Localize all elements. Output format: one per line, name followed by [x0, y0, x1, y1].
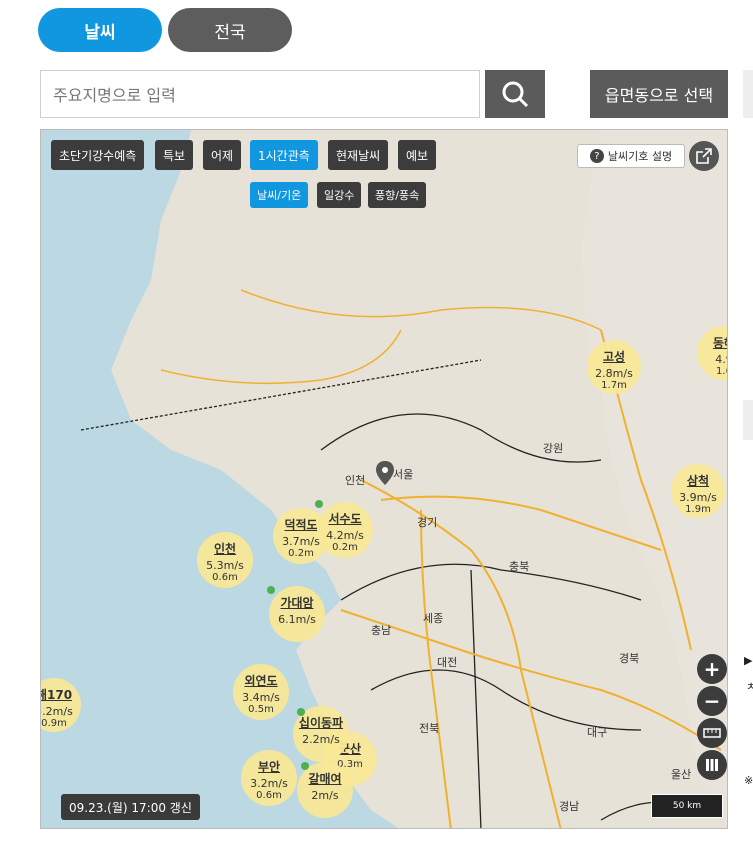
station-name: 고성: [602, 350, 626, 364]
zoom-in-button[interactable]: +: [697, 654, 727, 684]
side-panel-tab-2[interactable]: [743, 400, 753, 440]
station-name: 부안: [257, 760, 281, 774]
zoom-out-button[interactable]: −: [697, 686, 727, 716]
location-pin-icon: [376, 461, 394, 485]
station-wave: 1.6: [716, 366, 727, 377]
menu-forecast[interactable]: 예보: [398, 140, 437, 170]
layer-button[interactable]: [697, 750, 727, 780]
station-wave: 0.5m: [248, 704, 274, 715]
legend-button[interactable]: ? 날씨기호 설명: [577, 144, 685, 168]
menu-warning[interactable]: 특보: [155, 140, 194, 170]
station-wave: 0.6m: [256, 790, 282, 801]
station-name: 삼척: [686, 474, 710, 488]
station-name: 가대암: [280, 596, 314, 610]
city-label-daegu: 대구: [587, 726, 608, 739]
station-wind: 3.9m/s: [679, 491, 717, 504]
edge-note: ※: [744, 774, 753, 787]
station-wind: 3.2m/s: [250, 777, 288, 790]
buoy-marker: [267, 586, 275, 594]
station-wave: 0.2m: [332, 542, 358, 553]
legend-button-label: 날씨기호 설명: [607, 150, 673, 163]
tab-weather[interactable]: 날씨: [38, 8, 162, 52]
side-panel-tab[interactable]: [743, 70, 753, 118]
station-haengdo[interactable]: 해170 5.2m/s 0.9m: [41, 678, 81, 732]
station-oeyeondo[interactable]: 외연도 3.4m/s 0.5m: [233, 664, 289, 720]
city-label-gyeongbuk: 경북: [619, 652, 640, 665]
station-buan[interactable]: 부안 3.2m/s 0.6m: [241, 750, 297, 806]
station-name: 해170: [41, 688, 73, 702]
city-label-seoul: 서울: [393, 468, 414, 481]
city-label-chungbuk: 충북: [509, 560, 530, 573]
city-label-gyeonggi: 경기: [417, 516, 438, 529]
station-wave: 1.9m: [685, 504, 711, 515]
station-wind: 5.3m/s: [206, 559, 244, 572]
station-name: 외연도: [244, 674, 278, 688]
weather-map[interactable]: 초단기강수예측 특보 어제 1시간관측 현재날씨 예보 날씨/기온 일강수 풍향…: [40, 129, 728, 829]
buoy-marker: [301, 762, 309, 770]
station-wave: 0.6m: [212, 572, 238, 583]
station-goseong[interactable]: 고성 2.8m/s 1.7m: [587, 340, 641, 394]
city-label-daejeon: 대전: [437, 656, 458, 669]
search-button[interactable]: [485, 70, 545, 118]
city-label-incheon: 인천: [345, 474, 366, 487]
city-label-gyeongnam: 경남: [559, 800, 580, 813]
city-label-chungnam: 충남: [371, 624, 392, 637]
menu-nowcast[interactable]: 초단기강수예측: [51, 140, 145, 170]
city-label-jeonbuk: 전북: [419, 722, 440, 735]
station-donghae[interactable]: 동해 4.9 1.6: [697, 326, 727, 380]
menu-current-weather[interactable]: 현재날씨: [328, 140, 389, 170]
station-name: 서수도: [328, 512, 362, 526]
station-wind: 5.2m/s: [41, 705, 73, 718]
edge-text: ㅊ: [746, 680, 753, 693]
ruler-icon: [703, 728, 721, 738]
city-label-gangwon: 강원: [543, 442, 564, 455]
layers-icon: [706, 759, 718, 771]
menu-hourly-obs[interactable]: 1시간관측: [250, 140, 318, 170]
station-seosudo[interactable]: 서수도 4.2m/s 0.2m: [317, 502, 373, 558]
scale-bar: 50 km: [651, 794, 723, 818]
search-input[interactable]: 주요지명으로 입력: [40, 70, 480, 118]
station-samcheok[interactable]: 삼척 3.9m/s 1.9m: [671, 464, 725, 518]
city-label-ulsan: 울산: [671, 768, 692, 781]
station-name: 인천: [213, 542, 237, 556]
share-button[interactable]: [689, 141, 719, 171]
station-incheon[interactable]: 인천 5.3m/s 0.6m: [197, 532, 253, 588]
buoy-marker: [297, 708, 305, 716]
search-icon: [502, 81, 529, 108]
station-wind: 4.9: [715, 353, 727, 366]
station-wind: 3.4m/s: [242, 691, 280, 704]
external-link-icon: [696, 148, 712, 164]
station-wind: 2.8m/s: [595, 367, 633, 380]
submenu-weather-temp[interactable]: 날씨/기온: [250, 182, 309, 208]
station-wave: 0.9m: [41, 718, 67, 729]
station-galmaeyeo[interactable]: 갈매여 2m/s: [297, 762, 353, 818]
submenu-daily-rain[interactable]: 일강수: [317, 182, 362, 208]
station-name: 동해: [712, 336, 727, 350]
menu-yesterday[interactable]: 어제: [203, 140, 242, 170]
station-wind: 6.1m/s: [278, 613, 316, 626]
station-gadaeam[interactable]: 가대암 6.1m/s: [269, 586, 325, 642]
station-wind: 2.2m/s: [302, 733, 340, 746]
ruler-button[interactable]: [697, 718, 727, 748]
edge-arrow: ▶: [744, 654, 753, 667]
updated-time: 09.23.(월) 17:00 갱신: [61, 794, 200, 820]
submenu-wind[interactable]: 풍향/풍속: [368, 182, 427, 208]
station-wind: 2m/s: [311, 789, 339, 802]
station-wave: 1.7m: [601, 380, 627, 391]
help-icon: ?: [589, 149, 604, 163]
city-label-sejong: 세종: [423, 612, 444, 625]
buoy-marker: [315, 500, 323, 508]
dong-select-button[interactable]: 읍면동으로 선택: [590, 70, 728, 118]
station-name: 십이동파: [298, 716, 344, 730]
station-name: 갈매여: [308, 772, 342, 786]
station-wind: 4.2m/s: [326, 529, 364, 542]
tab-nation[interactable]: 전국: [168, 8, 292, 52]
